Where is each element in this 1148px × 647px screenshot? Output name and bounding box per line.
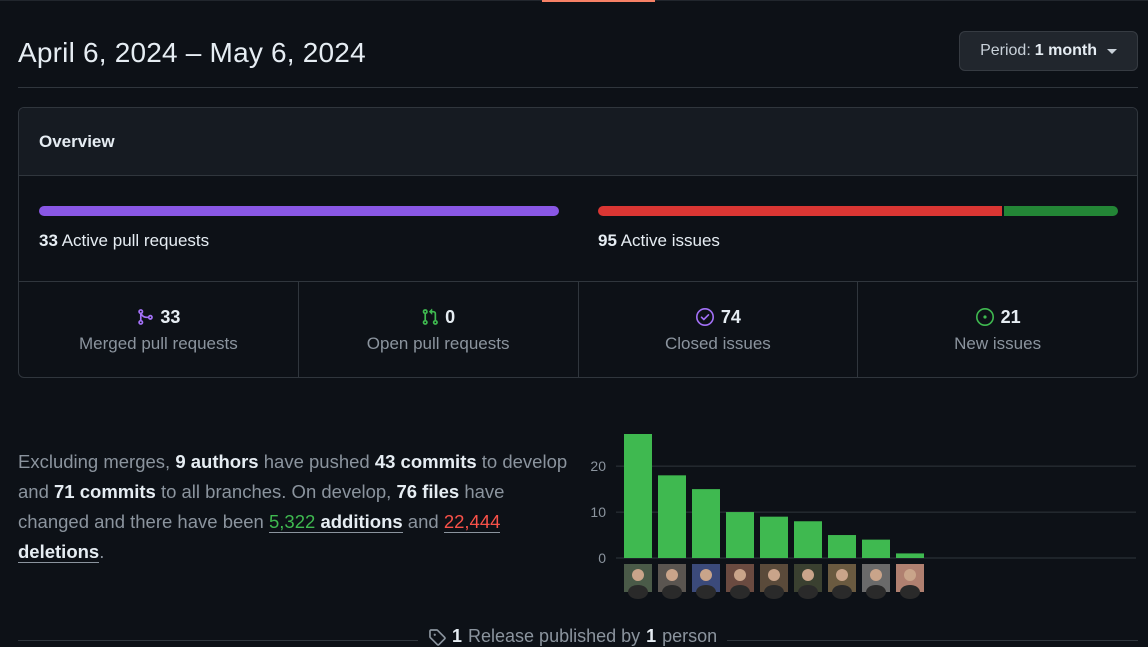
active-pull-requests-text: Active pull requests bbox=[61, 231, 210, 250]
contributor-avatar[interactable] bbox=[726, 564, 754, 599]
period-label: Period: bbox=[980, 42, 1031, 59]
chart-bar[interactable] bbox=[658, 475, 686, 558]
issue-closed-icon bbox=[695, 308, 714, 326]
tag-icon bbox=[429, 628, 446, 646]
closed-issues-label: Closed issues bbox=[664, 333, 771, 353]
active-pull-requests-count: 33 bbox=[39, 231, 58, 250]
chart-bar[interactable] bbox=[760, 516, 788, 558]
chart-bar[interactable] bbox=[794, 521, 822, 558]
period-value: 1 month bbox=[1034, 42, 1097, 59]
selected-tab-indicator bbox=[542, 0, 655, 2]
deletions-number: 22,444 bbox=[443, 511, 501, 532]
contributor-avatar[interactable] bbox=[760, 564, 788, 599]
issues-progress-bar bbox=[598, 206, 1118, 216]
closed-issues-count: 74 bbox=[720, 306, 741, 327]
overview-bars: 33 Active pull requests 95 Active issues bbox=[19, 176, 1137, 282]
chart-bar[interactable] bbox=[692, 489, 720, 558]
contributor-avatar[interactable] bbox=[896, 564, 924, 599]
merged-pr-count: 33 bbox=[160, 306, 181, 327]
stat-open-pull-requests[interactable]: 0 Open pull requests bbox=[299, 282, 579, 377]
contributor-avatar[interactable] bbox=[828, 564, 856, 599]
summary-text: and bbox=[402, 511, 444, 532]
issue-opened-icon bbox=[975, 308, 994, 326]
additions-word: additions bbox=[320, 511, 403, 532]
new-issues-count: 21 bbox=[1000, 306, 1021, 327]
release-text: Release published by bbox=[468, 626, 641, 646]
summary-text: to all branches. On develop, bbox=[155, 481, 397, 502]
chart-bar[interactable] bbox=[726, 512, 754, 558]
overview-stats: 33 Merged pull requests 0 Open pull requ… bbox=[19, 282, 1137, 377]
overview-panel: Overview 33 Active pull requests 95 Acti… bbox=[18, 107, 1138, 378]
additions-number: 5,322 bbox=[269, 511, 316, 532]
chart-bar[interactable] bbox=[862, 539, 890, 558]
authors-count: 9 authors bbox=[175, 451, 259, 472]
new-issues-label: New issues bbox=[954, 333, 1042, 353]
contributor-avatar[interactable] bbox=[794, 564, 822, 599]
release-count: 1 bbox=[452, 626, 463, 646]
commit-summary: Excluding merges, 9 authors have pushed … bbox=[18, 447, 578, 567]
summary-text: . bbox=[99, 541, 105, 562]
open-pr-count: 0 bbox=[445, 306, 456, 327]
open-pr-label: Open pull requests bbox=[366, 333, 510, 353]
contributor-avatar[interactable] bbox=[692, 564, 720, 599]
contributor-avatar[interactable] bbox=[624, 564, 652, 599]
contributor-avatar[interactable] bbox=[658, 564, 686, 599]
active-issues-label: 95 Active issues bbox=[598, 231, 1118, 251]
active-issues[interactable]: 95 Active issues bbox=[598, 206, 1118, 251]
summary-text: have pushed bbox=[258, 451, 375, 472]
issues-segment bbox=[598, 206, 1002, 216]
summary-text: Excluding merges, bbox=[18, 451, 176, 472]
pull-requests-segment bbox=[39, 206, 559, 216]
active-pull-requests[interactable]: 33 Active pull requests bbox=[39, 206, 559, 251]
all-commits-count: 71 commits bbox=[54, 481, 156, 502]
y-tick-label: 20 bbox=[590, 458, 606, 474]
pull-requests-progress-bar bbox=[39, 206, 559, 216]
period-dropdown-button[interactable]: Period: 1 month bbox=[959, 31, 1138, 71]
date-range-title: April 6, 2024 – May 6, 2024 bbox=[18, 37, 366, 68]
people-count: 1 bbox=[646, 626, 657, 646]
chart-bar[interactable] bbox=[624, 434, 652, 558]
git-pull-request-icon bbox=[422, 308, 438, 325]
y-tick-label: 10 bbox=[590, 504, 606, 520]
git-merge-icon bbox=[138, 309, 154, 325]
issues-segment bbox=[1003, 206, 1118, 216]
overview-title: Overview bbox=[19, 108, 1137, 176]
contributors-bar-chart: 0 10 20 bbox=[590, 434, 1136, 599]
stat-closed-issues[interactable]: 74 Closed issues bbox=[579, 282, 859, 377]
merged-pr-label: Merged pull requests bbox=[78, 333, 238, 353]
stat-new-issues[interactable]: 21 New issues bbox=[858, 282, 1137, 377]
chart-bar[interactable] bbox=[828, 535, 856, 558]
active-issues-text: Active issues bbox=[620, 231, 720, 250]
contributor-avatar[interactable] bbox=[862, 564, 890, 599]
active-pull-requests-label: 33 Active pull requests bbox=[39, 231, 559, 251]
stat-merged-pull-requests[interactable]: 33 Merged pull requests bbox=[19, 282, 299, 377]
y-tick-label: 0 bbox=[598, 550, 606, 566]
chart-bar[interactable] bbox=[896, 553, 924, 558]
deletions-word: deletions bbox=[18, 541, 100, 562]
people-text: person bbox=[662, 626, 718, 646]
pulse-header: April 6, 2024 – May 6, 2024 Period: 1 mo… bbox=[18, 31, 1138, 88]
branch-commits-count: 43 commits bbox=[374, 451, 477, 472]
files-changed-count: 76 files bbox=[396, 481, 460, 502]
additions-link[interactable]: 5,322 additions bbox=[269, 511, 403, 533]
releases-summary[interactable]: 1 Release published by 1 person bbox=[418, 626, 728, 647]
triangle-down-icon bbox=[1107, 48, 1117, 54]
active-issues-count: 95 bbox=[598, 231, 617, 250]
